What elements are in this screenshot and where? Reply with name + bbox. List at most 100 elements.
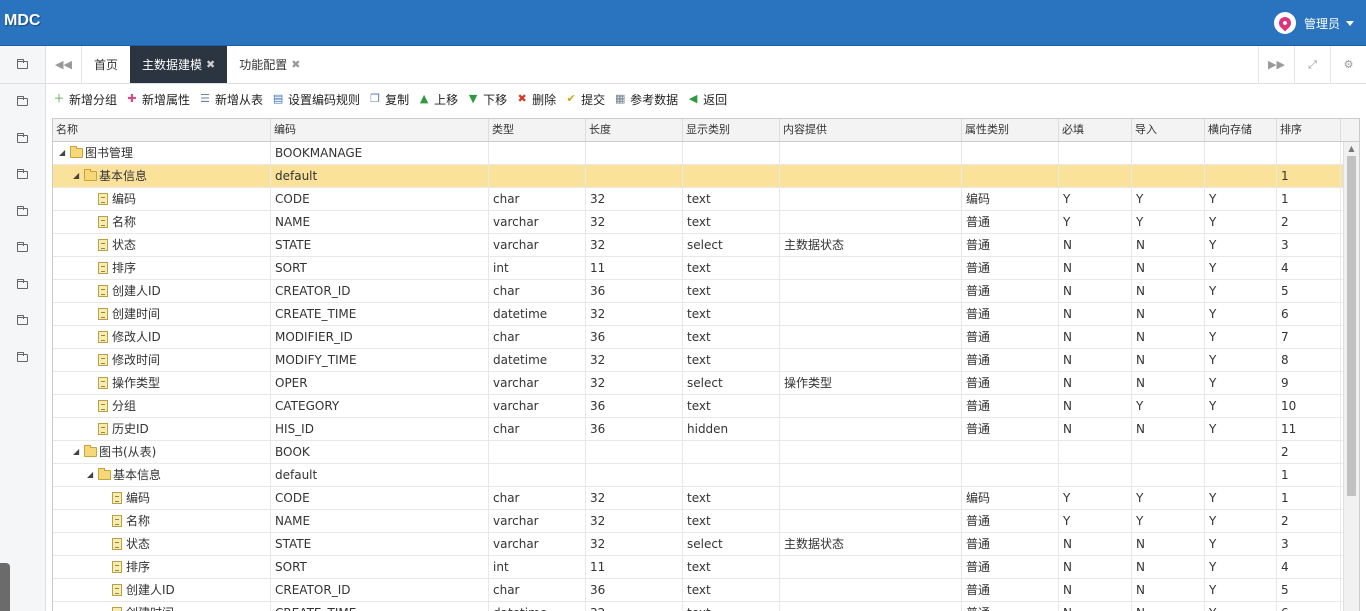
back-button[interactable]: ◀ 返回	[686, 91, 727, 108]
fullscreen-button[interactable]: ⤢	[1294, 46, 1330, 83]
table-row[interactable]: 排序 SORT int 11 text 普通 N N Y 4	[53, 257, 1359, 280]
column-header[interactable]: 编码	[271, 119, 489, 141]
table-cell: 普通	[962, 395, 1059, 417]
tab-1[interactable]: 首页	[82, 46, 130, 83]
column-header[interactable]: 横向存储	[1205, 119, 1277, 141]
sidebar-item-4[interactable]	[0, 157, 45, 194]
table-row[interactable]: 排序 SORT int 11 text 普通 N N Y 4	[53, 556, 1359, 579]
coding-rule-button[interactable]: ▤ 设置编码规则	[271, 91, 360, 108]
settings-button[interactable]: ⚙	[1330, 46, 1366, 83]
add-group-button[interactable]: ＋ 新增分组	[52, 91, 118, 108]
expand-triangle-icon[interactable]: ◢	[73, 165, 81, 187]
table-row[interactable]: 名称 NAME varchar 32 text 普通 Y Y Y 2	[53, 211, 1359, 234]
user-name[interactable]: 管理员	[1304, 15, 1340, 32]
column-header[interactable]: 必填	[1059, 119, 1132, 141]
column-header[interactable]: 显示类别	[683, 119, 780, 141]
grid-vertical-scrollbar[interactable]: ▲	[1343, 142, 1359, 611]
table-row[interactable]: 名称 NAME varchar 32 text 普通 Y Y Y 2	[53, 510, 1359, 533]
move-down-button[interactable]: ▼ 下移	[466, 91, 507, 108]
expand-triangle-icon[interactable]: ◢	[59, 142, 67, 164]
tab-2[interactable]: 主数据建模 ✖	[130, 46, 228, 83]
table-row[interactable]: 编码 CODE char 32 text 编码 Y Y Y 1	[53, 188, 1359, 211]
table-row[interactable]: 状态 STATE varchar 32 select 主数据状态 普通 N N Y 3	[53, 234, 1359, 257]
table-row[interactable]: 状态 STATE varchar 32 select 主数据状态 普通 N N Y 3	[53, 533, 1359, 556]
column-header[interactable]: 导入	[1132, 119, 1205, 141]
table-cell	[780, 602, 962, 611]
reference-data-button[interactable]: ▦ 参考数据	[613, 91, 678, 108]
table-cell	[1059, 165, 1132, 187]
column-header[interactable]: 类型	[489, 119, 586, 141]
avatar[interactable]	[1273, 12, 1296, 34]
sidebar-item-7[interactable]	[0, 267, 45, 304]
table-row[interactable]: ◢ 图书管理 BOOKMANAGE	[53, 142, 1359, 165]
expand-triangle-icon[interactable]: ◢	[73, 441, 81, 463]
table-row[interactable]: ◢ 基本信息 default 1	[53, 165, 1359, 188]
node-label: 编码	[112, 192, 137, 206]
table-cell: N	[1132, 533, 1205, 555]
table-row[interactable]: 创建时间CREATE_TIMEdatetime32text普通NNY6	[53, 602, 1359, 611]
table-row[interactable]: ◢ 基本信息 default 1	[53, 464, 1359, 487]
column-header[interactable]: 属性类别	[962, 119, 1059, 141]
column-header[interactable]: 排序	[1277, 119, 1341, 141]
sidebar-item-1[interactable]	[0, 46, 45, 84]
sidebar-item-9[interactable]	[0, 340, 45, 377]
sidebar-item-5[interactable]	[0, 194, 45, 231]
table-cell	[780, 349, 962, 371]
scroll-up-icon[interactable]: ▲	[1344, 142, 1359, 156]
add-subtable-button[interactable]: ☰ 新增从表	[198, 91, 263, 108]
move-up-button[interactable]: ▲ 上移	[417, 91, 458, 108]
table-row[interactable]: 历史ID HIS_ID char 36 hidden 普通 N N Y 11	[53, 418, 1359, 441]
add-attribute-button[interactable]: ✚ 新增属性	[125, 91, 190, 108]
tab-scroll-left-button[interactable]: ◀◀	[46, 46, 82, 83]
expand-triangle-icon[interactable]: ◢	[87, 464, 95, 486]
column-header[interactable]: 名称	[53, 119, 271, 141]
caret-down-icon[interactable]	[1346, 20, 1354, 26]
table-cell: 编码	[962, 487, 1059, 509]
table-cell: 2	[1277, 211, 1341, 233]
table-cell: 32	[586, 487, 683, 509]
submit-button[interactable]: ✔ 提交	[564, 91, 606, 108]
sidebar-item-3[interactable]	[0, 121, 45, 158]
tab-scroll-right-button[interactable]: ▶▶	[1258, 46, 1294, 83]
table-cell: 普通	[962, 579, 1059, 601]
column-header[interactable]: 内容提供	[780, 119, 962, 141]
scrollbar-thumb[interactable]	[1347, 156, 1356, 496]
folder-icon	[17, 351, 28, 362]
table-row[interactable]: 修改时间 MODIFY_TIME datetime 32 text 普通 N N Y 8	[53, 349, 1359, 372]
column-header[interactable]: 长度	[586, 119, 683, 141]
tree-name-cell: 修改人ID	[53, 326, 271, 348]
table-cell: Y	[1205, 487, 1277, 509]
table-cell: 6	[1277, 303, 1341, 325]
tree-name-cell: 编码	[53, 487, 271, 509]
sidebar-scrollbar[interactable]	[0, 563, 10, 611]
sidebar-item-2[interactable]	[0, 84, 45, 121]
app-logo[interactable]: MDC	[4, 12, 40, 30]
table-cell	[683, 441, 780, 463]
tab-3[interactable]: 功能配置 ✖	[227, 46, 312, 83]
close-icon[interactable]: ✖	[206, 58, 215, 71]
table-row[interactable]: 编码 CODE char 32 text 编码 Y Y Y 1	[53, 487, 1359, 510]
user-menu[interactable]: 管理员	[1273, 12, 1354, 34]
tree-name-cell: 历史ID	[53, 418, 271, 440]
close-icon[interactable]: ✖	[291, 58, 300, 71]
toolbar-label: 新增从表	[215, 92, 264, 107]
sidebar-item-6[interactable]	[0, 230, 45, 267]
table-cell: text	[683, 556, 780, 578]
table-cell: datetime	[489, 303, 586, 325]
copy-button[interactable]: ❐ 复制	[368, 91, 409, 108]
table-row[interactable]: 创建人ID CREATOR_ID char 36 text 普通 N N Y 5	[53, 280, 1359, 303]
delete-button[interactable]: ✖ 删除	[515, 91, 557, 108]
table-cell	[780, 303, 962, 325]
table-cell	[780, 441, 962, 463]
table-cell: SORT	[271, 257, 489, 279]
sidebar	[0, 46, 46, 611]
table-row[interactable]: ◢ 图书(从表) BOOK 2	[53, 441, 1359, 464]
folder-icon	[84, 445, 97, 457]
table-row[interactable]: 修改人ID MODIFIER_ID char 36 text 普通 N N Y 7	[53, 326, 1359, 349]
table-row[interactable]: 操作类型 OPER varchar 32 select 操作类型 普通 N N Y 9	[53, 372, 1359, 395]
table-row[interactable]: 创建人ID CREATOR_ID char 36 text 普通 N N Y 5	[53, 579, 1359, 602]
table-row[interactable]: 分组 CATEGORY varchar 36 text 普通 N Y Y 10	[53, 395, 1359, 418]
sidebar-item-8[interactable]	[0, 303, 45, 340]
table-cell: 9	[1277, 372, 1341, 394]
table-row[interactable]: 创建时间CREATE_TIMEdatetime32text普通NNY6	[53, 303, 1359, 326]
